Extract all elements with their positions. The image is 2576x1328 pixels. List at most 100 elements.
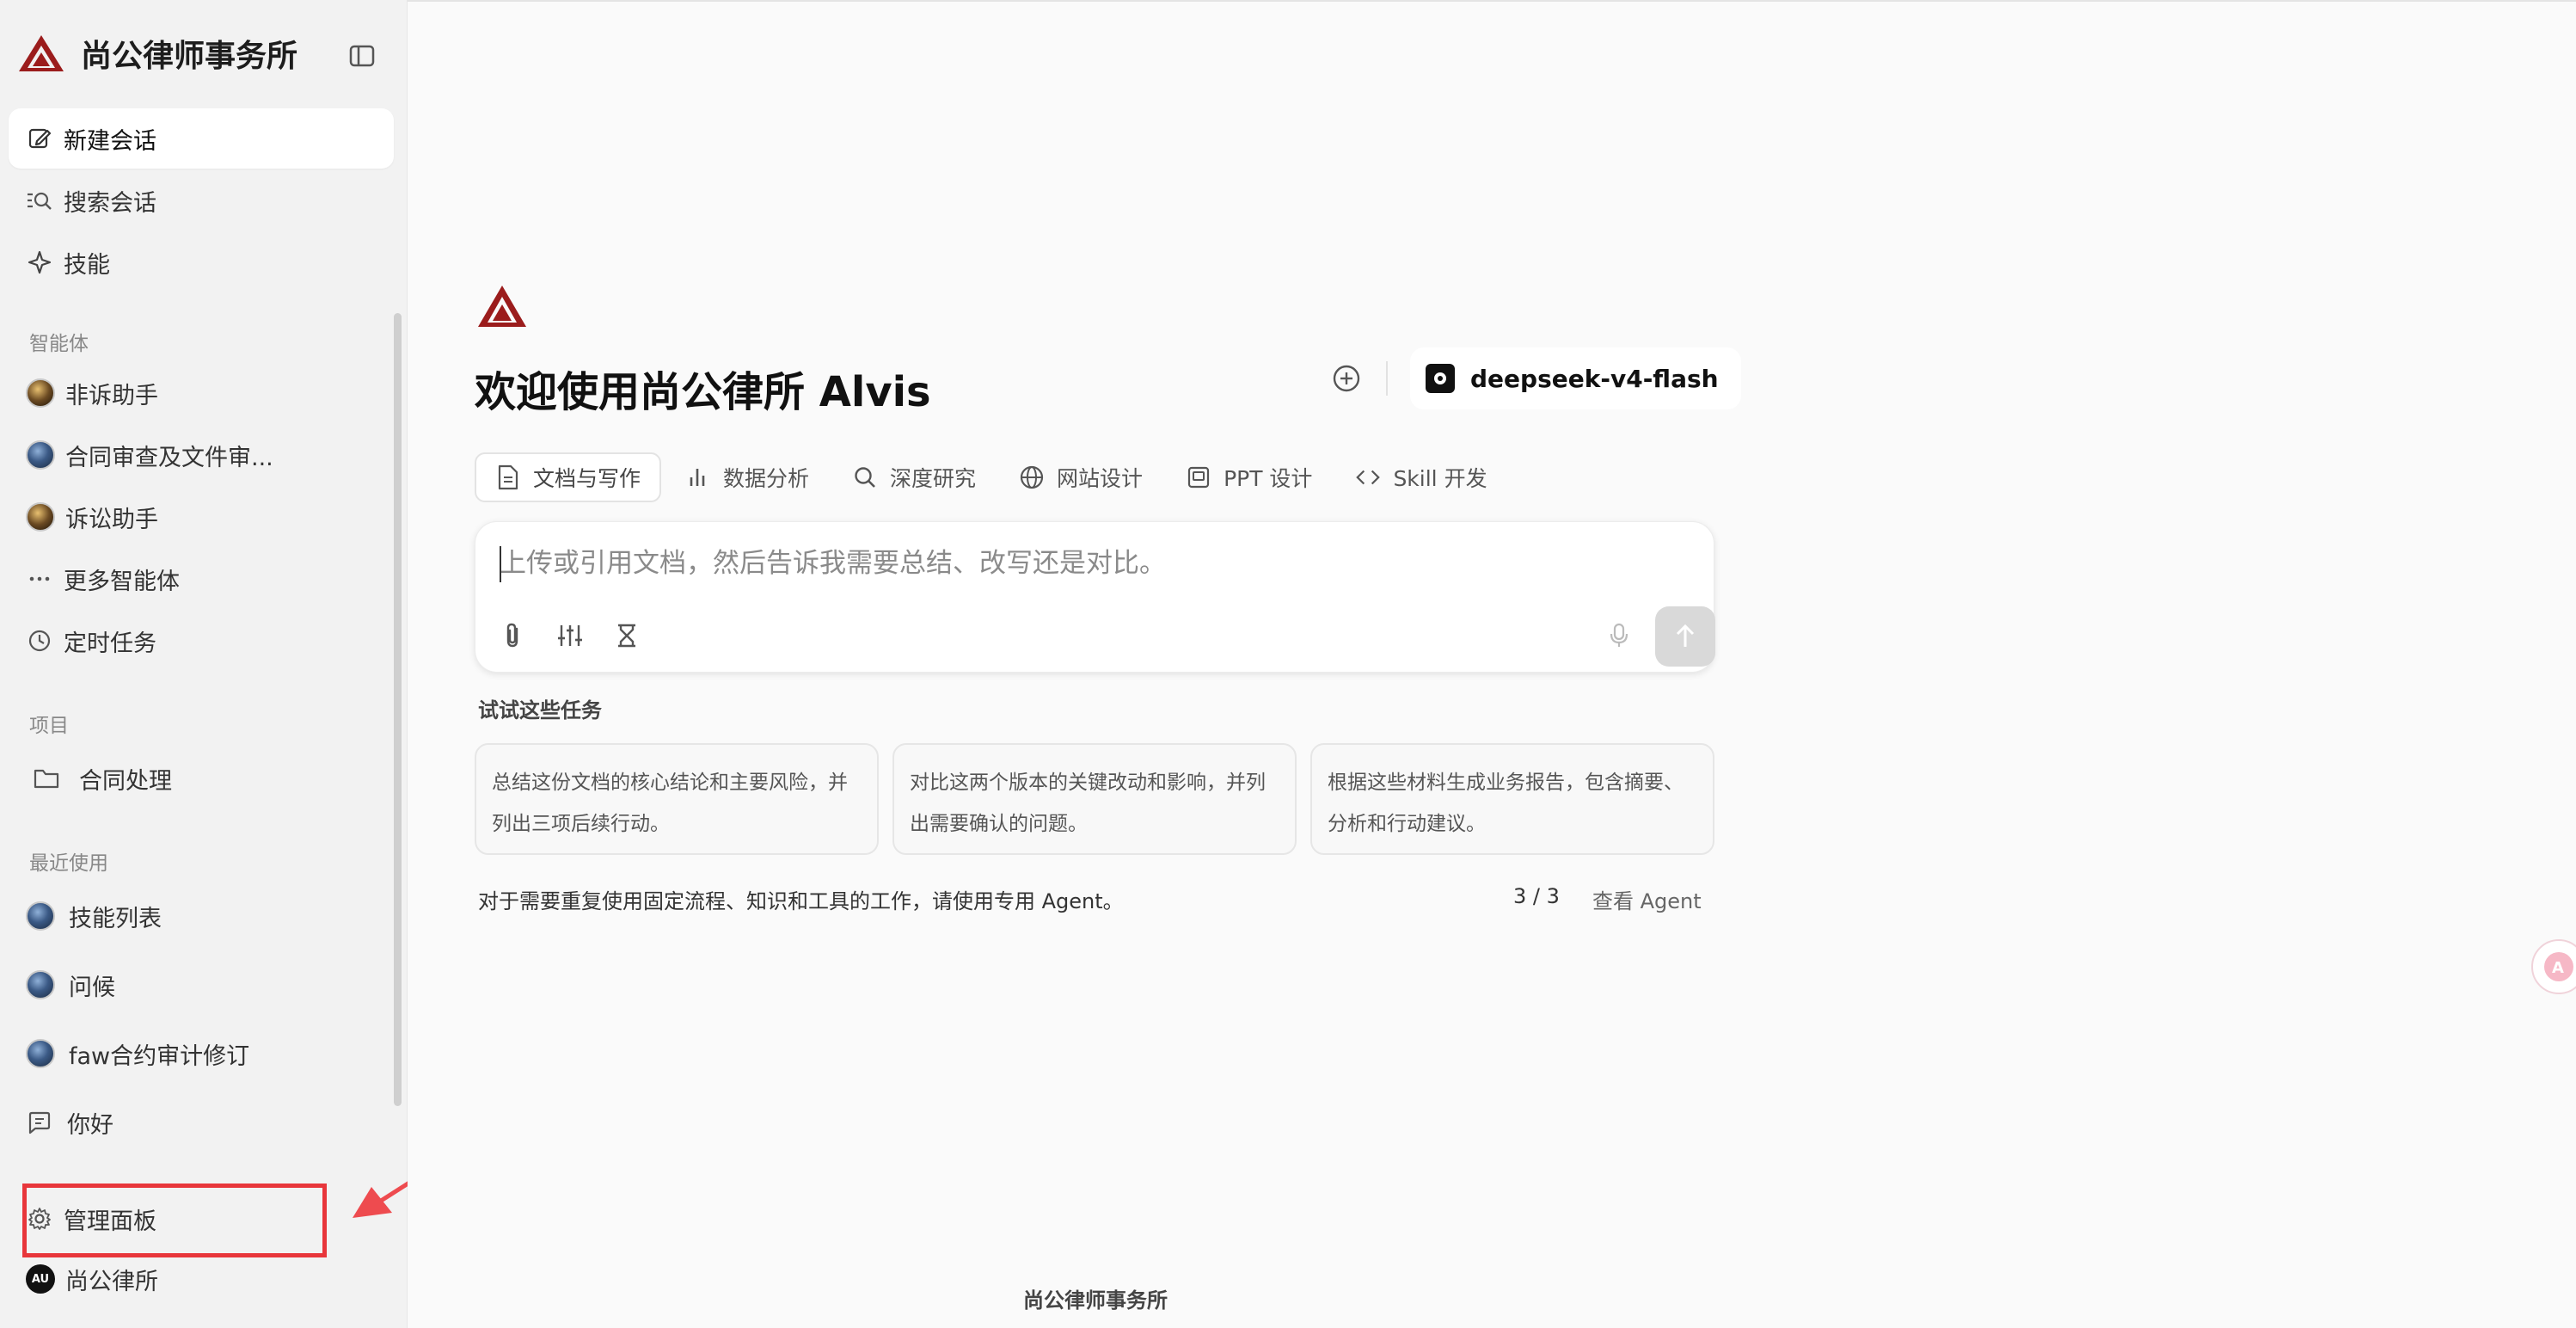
recent-avatar (26, 901, 55, 931)
sidebar-toggle-icon (349, 45, 375, 67)
more-dots-icon (26, 565, 53, 593)
suggestion-cards: 总结这份文档的核心结论和主要风险，并列出三项后续行动。 对比这两个版本的关键改动… (475, 743, 1728, 855)
annotation-highlight-box (22, 1184, 327, 1257)
search-chat-label: 搜索会话 (64, 189, 156, 217)
code-icon (1355, 464, 1381, 490)
new-chat-button[interactable]: 新建会话 (9, 108, 394, 169)
folder-icon (33, 765, 60, 792)
deepseek-logo-icon (1426, 364, 1455, 393)
brand-title: 尚公律师事务所 (81, 39, 298, 74)
tab-docs-writing[interactable]: 文档与写作 (475, 452, 662, 502)
tab-skill-dev[interactable]: Skill 开发 (1336, 452, 1506, 502)
suggestion-card[interactable]: 总结这份文档的核心结论和主要风险，并列出三项后续行动。 (475, 743, 879, 855)
sidebar-scrollbar[interactable] (394, 313, 402, 1106)
user-avatar: AU (26, 1264, 55, 1294)
suggestion-card[interactable]: 对比这两个版本的关键改动和影响，并列出需要确认的问题。 (892, 743, 1297, 855)
tab-deep-research[interactable]: 深度研究 (833, 452, 995, 502)
arrow-up-icon (1676, 624, 1695, 647)
agent-item[interactable]: 诉讼助手 (9, 487, 394, 547)
slides-icon (1186, 464, 1211, 490)
skills-button[interactable]: 技能 (9, 232, 394, 292)
agent-avatar (26, 378, 55, 408)
bar-chart-icon (685, 464, 711, 490)
suggestion-card[interactable]: 根据这些材料生成业务报告，包含摘要、分析和行动建议。 (1310, 743, 1714, 855)
composer (475, 521, 1715, 673)
svg-text:A: A (2552, 959, 2564, 977)
recent-item[interactable]: 技能列表 (9, 886, 394, 946)
firm-logo-icon (478, 286, 526, 327)
recent-avatar (26, 970, 55, 999)
globe-icon (1019, 464, 1045, 490)
recent-item[interactable]: 你好 (9, 1092, 394, 1153)
text-cursor (500, 546, 501, 582)
tab-label: 数据分析 (723, 466, 810, 491)
attach-button[interactable] (496, 618, 531, 653)
clock-icon (26, 627, 53, 655)
recent-label: 问候 (69, 974, 115, 1001)
mode-tabs: 文档与写作 数据分析 深度研究 网站设计 PPT 设计 Skill 开发 (475, 452, 1512, 502)
recent-item[interactable]: 问候 (9, 955, 394, 1015)
agent-item[interactable]: 非诉助手 (9, 363, 394, 423)
tab-label: 网站设计 (1057, 466, 1144, 491)
projects-section-label: 项目 (29, 715, 69, 737)
chat-bubble-icon (26, 1109, 53, 1136)
timer-button[interactable] (610, 618, 644, 653)
tab-label: 文档与写作 (533, 466, 641, 491)
message-input[interactable] (500, 544, 1617, 582)
translate-icon: A (2544, 952, 2573, 981)
recent-item[interactable]: faw合约审计修订 (9, 1024, 394, 1084)
view-agent-link[interactable]: 查看 Agent (1592, 884, 1702, 914)
tab-data-analysis[interactable]: 数据分析 (666, 452, 828, 502)
project-label: 合同处理 (79, 767, 172, 795)
recent-label: 你好 (67, 1111, 113, 1139)
search-list-icon (26, 187, 53, 214)
recent-avatar (26, 1039, 55, 1068)
agent-item[interactable]: 合同审查及文件审... (9, 425, 394, 485)
recent-section-label: 最近使用 (29, 852, 108, 875)
hourglass-icon (618, 624, 635, 648)
add-button[interactable] (1331, 363, 1362, 394)
sparkle-icon (26, 249, 53, 276)
user-name: 尚公律所 (65, 1268, 158, 1295)
agent-avatar (26, 440, 55, 470)
agent-label: 合同审查及文件审... (65, 444, 273, 471)
model-name: deepseek-v4-flash (1470, 364, 1719, 393)
project-item[interactable]: 合同处理 (9, 748, 394, 808)
sidebar: 尚公律师事务所 新建会话 搜索会话 技能 智能体 非诉助手 合同审查及文件审..… (0, 0, 408, 1328)
settings-sliders-button[interactable] (553, 618, 587, 653)
tab-web-design[interactable]: 网站设计 (1000, 452, 1162, 502)
firm-logo-icon (19, 35, 64, 71)
user-profile-button[interactable]: AU 尚公律所 (9, 1249, 394, 1309)
search-chat-button[interactable]: 搜索会话 (9, 170, 394, 231)
more-agents-label: 更多智能体 (64, 568, 180, 595)
suggestion-pager: 3 / 3 (1513, 884, 1560, 908)
send-button[interactable] (1655, 606, 1715, 667)
edit-icon (26, 125, 53, 152)
new-chat-label: 新建会话 (64, 127, 156, 155)
footer-brand: 尚公律师事务所 (1023, 1288, 1168, 1313)
model-selector[interactable]: deepseek-v4-flash (1410, 347, 1741, 409)
scheduled-tasks-button[interactable]: 定时任务 (9, 611, 394, 671)
voice-input-button[interactable] (1602, 618, 1636, 653)
skills-label: 技能 (64, 251, 110, 279)
brand[interactable]: 尚公律师事务所 (17, 31, 297, 76)
suggestions-title: 试试这些任务 (478, 698, 602, 722)
agent-avatar (26, 502, 55, 532)
tab-label: 深度研究 (890, 466, 977, 491)
divider (1386, 361, 1388, 396)
tab-label: PPT 设计 (1224, 466, 1313, 491)
welcome-title: 欢迎使用尚公律所 Alvis (475, 368, 931, 416)
sidebar-toggle-button[interactable] (347, 41, 377, 71)
agent-label: 非诉助手 (65, 382, 158, 409)
recent-label: 技能列表 (69, 905, 162, 932)
search-icon (852, 464, 878, 490)
tab-label: Skill 开发 (1393, 466, 1487, 491)
document-icon (495, 464, 521, 490)
agents-section-label: 智能体 (29, 333, 89, 355)
plus-circle-icon (1333, 365, 1360, 392)
tab-ppt-design[interactable]: PPT 设计 (1167, 452, 1331, 502)
agent-label: 诉讼助手 (65, 506, 158, 533)
agent-hint: 对于需要重复使用固定流程、知识和工具的工作，请使用专用 Agent。 (478, 889, 1124, 913)
more-agents-button[interactable]: 更多智能体 (9, 549, 394, 609)
scheduled-tasks-label: 定时任务 (64, 630, 156, 657)
